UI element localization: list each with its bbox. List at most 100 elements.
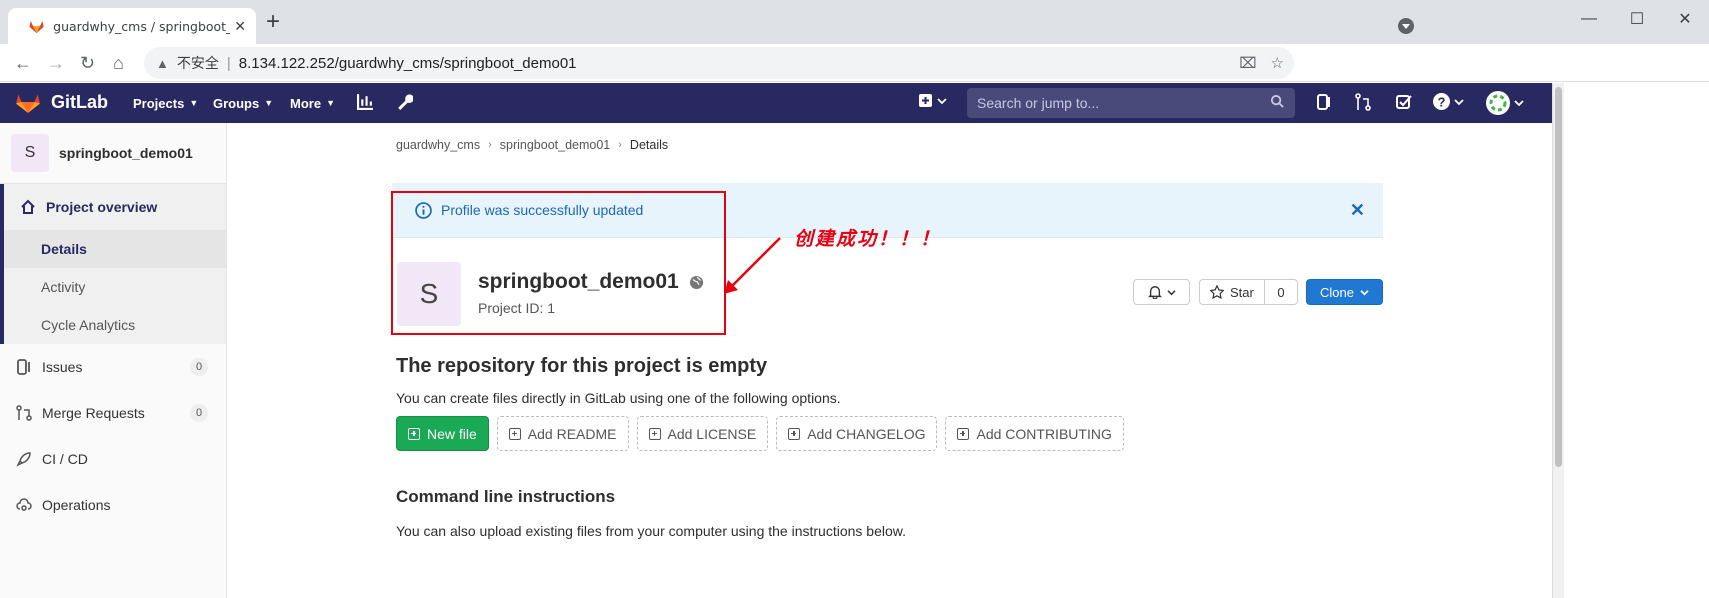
- new-item-plus-icon[interactable]: [918, 93, 950, 109]
- sidebar-subitem-details[interactable]: Details: [4, 230, 226, 268]
- omnibox-separator: |: [226, 54, 231, 72]
- breadcrumb: guardwhy_cms › springboot_demo01 › Detai…: [396, 138, 668, 152]
- omnibox[interactable]: ▲ 不安全 | 8.134.122.252/guardwhy_cms/sprin…: [144, 47, 1294, 79]
- sidebar-item-merge-requests[interactable]: Merge Requests 0: [0, 390, 226, 436]
- chevron-down-icon: [1360, 289, 1369, 295]
- new-tab-button[interactable]: +: [266, 10, 280, 34]
- gitlab-logo[interactable]: GitLab: [15, 90, 108, 114]
- star-button[interactable]: Star: [1200, 280, 1265, 304]
- svg-text:?: ?: [1438, 94, 1446, 109]
- sidebar-project-header[interactable]: S springboot_demo01: [0, 123, 226, 184]
- page-scrollbar[interactable]: [1552, 83, 1564, 598]
- notification-settings-button[interactable]: [1133, 279, 1190, 305]
- help-menu[interactable]: ?: [1433, 93, 1464, 110]
- warning-icon: ▲: [156, 55, 169, 71]
- window-controls: — ☐ ✕: [1565, 4, 1709, 34]
- star-icon: [1210, 285, 1224, 299]
- sidebar-item-label: Project overview: [46, 199, 158, 215]
- project-avatar-large: S: [397, 262, 461, 326]
- plus-square-icon: [957, 427, 970, 440]
- flash-close-icon[interactable]: ✕: [1350, 200, 1365, 221]
- rocket-icon: [16, 451, 34, 467]
- reload-icon[interactable]: ↻: [80, 53, 95, 73]
- more-menu[interactable]: More ▼: [290, 83, 335, 123]
- omnibox-icons: ⌧ ☆: [1239, 54, 1284, 72]
- tab-close-icon[interactable]: ✕: [234, 18, 246, 35]
- browser-tab[interactable]: guardwhy_cms / springboot_d… ✕: [8, 8, 256, 44]
- chevron-down-icon: [1454, 98, 1464, 105]
- admin-wrench-icon[interactable]: [396, 93, 413, 110]
- minimize-icon[interactable]: —: [1565, 10, 1613, 28]
- gitlab-navbar: GitLab Projects ▼ Groups ▼ More ▼ Search or…: [0, 83, 1552, 123]
- chevron-right-icon: ›: [488, 139, 492, 151]
- sidebar-item-operations[interactable]: Operations: [0, 482, 226, 528]
- add-changelog-label: Add CHANGELOG: [807, 425, 926, 442]
- plus-square-icon: [648, 427, 661, 440]
- activity-chart-icon[interactable]: [357, 93, 374, 110]
- user-menu[interactable]: [1486, 91, 1524, 115]
- clone-button[interactable]: Clone: [1306, 279, 1383, 305]
- gitlab-brand: GitLab: [51, 91, 108, 112]
- chevron-down-icon: [1166, 289, 1176, 295]
- issues-nav-icon[interactable]: [1316, 93, 1332, 111]
- projects-menu[interactable]: Projects ▼: [133, 83, 198, 123]
- scrollbar-thumb[interactable]: [1555, 87, 1562, 467]
- chevron-down-icon: [1514, 100, 1524, 107]
- sidebar-subitem-activity[interactable]: Activity: [4, 268, 226, 306]
- annotation-text: 创建成功！！！: [794, 228, 942, 250]
- groups-menu-label: Groups: [213, 95, 260, 111]
- chevron-down-icon: ▼: [326, 98, 335, 108]
- add-license-button[interactable]: Add LICENSE: [636, 416, 769, 451]
- bookmark-star-icon[interactable]: ☆: [1271, 54, 1284, 72]
- star-count[interactable]: 0: [1265, 280, 1297, 304]
- plus-square-icon: [408, 427, 420, 440]
- sidebar-item-ci-cd[interactable]: CI / CD: [0, 436, 226, 482]
- translate-icon[interactable]: ⌧: [1239, 54, 1256, 72]
- tab-title: guardwhy_cms / springboot_d…: [53, 18, 230, 34]
- project-sidebar: S springboot_demo01 Project overview Det…: [0, 123, 227, 598]
- add-readme-button[interactable]: Add README: [496, 416, 629, 451]
- project-avatar: S: [11, 134, 49, 172]
- search-placeholder: Search or jump to...: [977, 95, 1100, 111]
- groups-menu[interactable]: Groups ▼: [213, 83, 273, 123]
- new-file-label: New file: [427, 425, 477, 442]
- add-changelog-button[interactable]: Add CHANGELOG: [776, 416, 938, 451]
- create-file-buttons: New file Add README Add LICENSE Add CHAN…: [396, 416, 1124, 451]
- tanuki-icon: [16, 94, 40, 113]
- bell-icon: [1147, 286, 1162, 299]
- cli-description: You can also upload existing files from …: [396, 523, 906, 539]
- project-id: Project ID: 1: [478, 300, 556, 316]
- breadcrumb-project[interactable]: springboot_demo01: [500, 138, 611, 152]
- add-contributing-button[interactable]: Add CONTRIBUTING: [945, 416, 1124, 451]
- clone-label: Clone: [1320, 284, 1354, 300]
- profile-menu-icon[interactable]: [1398, 18, 1414, 34]
- address-bar-row: ← → ↻ ⌂ ▲ 不安全 | 8.134.122.252/guardwhy_c…: [0, 44, 1709, 120]
- home-icon[interactable]: ⌂: [113, 53, 124, 73]
- new-file-button[interactable]: New file: [396, 416, 489, 451]
- annotation-arrow-icon: [724, 237, 781, 294]
- breadcrumb-group[interactable]: guardwhy_cms: [396, 138, 480, 152]
- user-avatar-icon: [1486, 91, 1510, 115]
- star-label: Star: [1230, 284, 1254, 300]
- more-menu-label: More: [290, 95, 322, 111]
- back-icon[interactable]: ←: [14, 53, 32, 73]
- breadcrumb-current[interactable]: Details: [630, 138, 668, 152]
- browser-tab-bar: guardwhy_cms / springboot_d… ✕ + — ☐ ✕: [0, 0, 1709, 44]
- add-readme-label: Add README: [527, 425, 617, 442]
- todos-nav-icon[interactable]: [1396, 93, 1412, 111]
- issues-icon: [16, 359, 34, 375]
- cli-heading: Command line instructions: [396, 487, 616, 506]
- sidebar-item-issues[interactable]: Issues 0: [0, 344, 226, 390]
- forward-icon[interactable]: →: [47, 53, 65, 73]
- add-contributing-label: Add CONTRIBUTING: [976, 425, 1112, 442]
- security-label[interactable]: 不安全: [177, 53, 219, 73]
- merge-requests-nav-icon[interactable]: [1355, 93, 1371, 111]
- chevron-down-icon: ▼: [189, 98, 199, 108]
- maximize-icon[interactable]: ☐: [1613, 9, 1661, 29]
- sidebar-item-project-overview[interactable]: Project overview: [4, 184, 226, 230]
- window-close-icon[interactable]: ✕: [1661, 9, 1709, 29]
- url-text[interactable]: 8.134.122.252/guardwhy_cms/springboot_de…: [239, 55, 577, 72]
- search-input[interactable]: Search or jump to...: [967, 88, 1295, 118]
- gitlab-favicon-icon: [29, 21, 44, 34]
- sidebar-subitem-cycle-analytics[interactable]: Cycle Analytics: [4, 306, 226, 344]
